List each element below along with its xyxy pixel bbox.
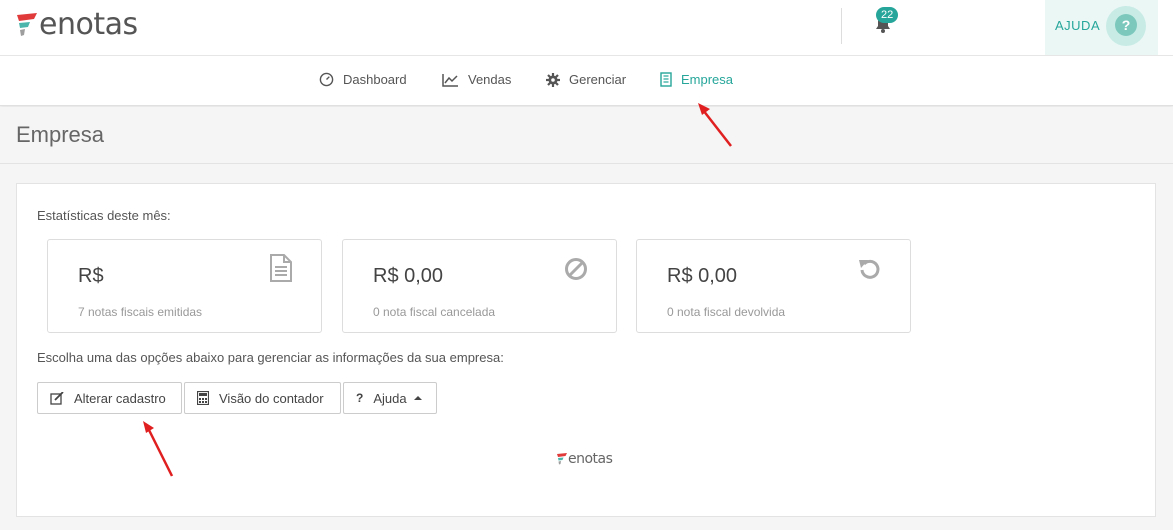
nav-item-label: Vendas: [468, 72, 512, 87]
page-title: Empresa: [16, 122, 105, 147]
page-header: Empresa: [0, 107, 1173, 164]
stat-card-issued: R$ 7 notas fiscais emitidas: [47, 239, 322, 333]
caret-up-icon: [413, 396, 422, 400]
nav-item-empresa[interactable]: Empresa: [660, 72, 733, 87]
nav-item-vendas[interactable]: Vendas: [442, 72, 511, 87]
edit-icon: [50, 391, 64, 405]
actions-label: Escolha uma das opções abaixo para geren…: [37, 350, 504, 365]
help-dropdown-button[interactable]: ? Ajuda: [343, 382, 437, 414]
building-icon: [660, 72, 672, 87]
edit-registration-label: Alterar cadastro: [74, 390, 166, 406]
help-button[interactable]: AJUDA ?: [1045, 0, 1158, 55]
stat-card-returned: R$ 0,00 0 nota fiscal devolvida: [636, 239, 911, 333]
stats-label: Estatísticas deste mês:: [37, 208, 171, 223]
footer-logo: enotas: [557, 451, 613, 467]
logo-mark-icon: [17, 13, 37, 36]
stat-desc: 0 nota fiscal cancelada: [373, 305, 496, 319]
question-icon: ?: [356, 391, 364, 405]
ban-icon: [565, 258, 587, 280]
top-bar: enotas 22 AJUDA ?: [0, 0, 1173, 56]
gauge-icon: [319, 72, 334, 87]
stat-value: R$: [78, 265, 104, 287]
stat-desc: 0 nota fiscal devolvida: [667, 305, 786, 319]
logo-mark-icon: [557, 453, 567, 465]
stat-value: R$ 0,00: [373, 265, 444, 287]
nav-item-label: Empresa: [681, 72, 734, 87]
logo-text: enotas: [39, 7, 138, 42]
stat-value: R$ 0,00: [667, 265, 738, 287]
nav-item-label: Dashboard: [343, 72, 407, 87]
accountant-view-button[interactable]: Visão do contador: [184, 382, 341, 414]
nav-item-dashboard[interactable]: Dashboard: [319, 72, 407, 87]
document-icon: [270, 254, 292, 282]
header-divider: [841, 8, 842, 44]
gear-icon: [546, 72, 560, 87]
stat-card-cancelled: R$ 0,00 0 nota fiscal cancelada: [342, 239, 617, 333]
nav-item-gerenciar[interactable]: Gerenciar: [546, 72, 626, 87]
main-nav: Dashboard Vendas Gerenciar Empresa: [0, 56, 1173, 106]
accountant-view-label: Visão do contador: [219, 390, 324, 406]
footer-logo-text: enotas: [568, 451, 613, 467]
help-avatar: ?: [1106, 6, 1146, 46]
calculator-icon: [197, 391, 209, 405]
notification-badge[interactable]: 22: [876, 7, 899, 23]
stat-desc: 7 notas fiscais emitidas: [78, 305, 203, 319]
help-dropdown-label: Ajuda: [373, 390, 407, 406]
undo-icon: [859, 259, 880, 279]
help-label: AJUDA: [1055, 18, 1101, 33]
brand-logo[interactable]: enotas: [17, 9, 138, 41]
company-panel: Estatísticas deste mês: R$ 7 notas fisca…: [16, 183, 1156, 517]
nav-item-label: Gerenciar: [569, 72, 627, 87]
edit-registration-button[interactable]: Alterar cadastro: [37, 382, 182, 414]
chart-line-icon: [442, 73, 458, 87]
question-icon: ?: [1115, 14, 1137, 36]
